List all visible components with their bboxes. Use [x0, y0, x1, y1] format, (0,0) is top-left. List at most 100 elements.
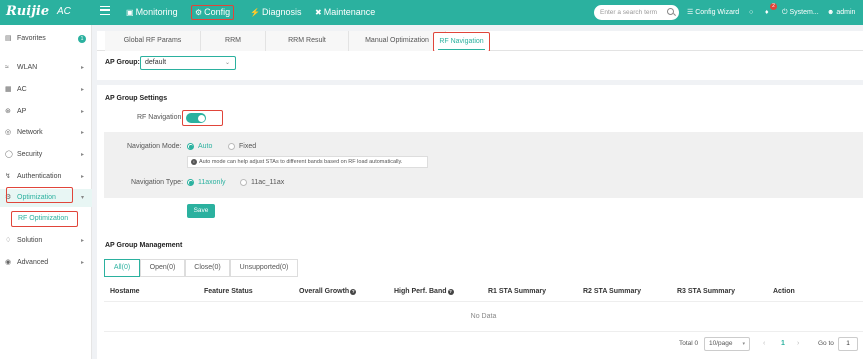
sidebar-subitem-rf-optimization[interactable]: RF Optimization: [11, 211, 78, 227]
advanced-icon: ◉: [5, 259, 12, 266]
nav-diagnosis[interactable]: ⚡ Diagnosis: [250, 5, 302, 20]
tab-rrm[interactable]: RRM: [201, 31, 266, 51]
top-bar: Ruijie AC ▣ Monitoring ⚙ Config ⚡ Diagnosis…: [0, 0, 863, 25]
ac-icon: ▦: [5, 86, 12, 93]
notification-badge: 2: [770, 3, 777, 10]
chevron-right-icon: ▸: [80, 65, 84, 71]
type-11ac-11ax-label[interactable]: 11ac_11ax: [251, 179, 284, 186]
nav-maintenance[interactable]: ✖ Maintenance: [315, 5, 375, 20]
config-wizard-link[interactable]: ☰ Config Wizard: [687, 8, 739, 17]
navigation-mode-label: Navigation Mode:: [127, 143, 182, 150]
tab-bar: Global RF Params RRM RRM Result Manual O…: [97, 31, 863, 52]
diagnosis-icon: ⚡: [250, 8, 260, 17]
help-icon[interactable]: ?: [350, 289, 357, 295]
mode-hint: i Auto mode can help adjust STAs to diff…: [187, 156, 428, 168]
tab-rf-navigation[interactable]: RF Navigation: [433, 32, 490, 52]
menu-toggle-icon[interactable]: [100, 6, 110, 15]
brand-logo: Ruijie: [6, 4, 50, 19]
search-icon[interactable]: [667, 8, 674, 15]
chat-icon[interactable]: ○: [749, 8, 753, 17]
sidebar-item-favorites[interactable]: ▤ Favorites 1: [0, 30, 92, 48]
tab-manual-optimization[interactable]: Manual Optimization: [349, 31, 446, 51]
filter-all[interactable]: All(0): [104, 259, 140, 277]
type-11ac-11ax-radio[interactable]: [240, 179, 247, 186]
chevron-right-icon: ▸: [80, 109, 84, 115]
col-hostname: Hostame: [110, 288, 140, 295]
col-r1-sta-summary: R1 STA Summary: [488, 288, 546, 295]
chevron-down-icon: ⌄: [224, 60, 230, 66]
sidebar-item-security[interactable]: ◯ Security ▸: [0, 146, 92, 164]
col-action: Action: [773, 288, 795, 295]
table-header: Hostame Feature Status Overall Growth? H…: [104, 284, 863, 302]
ap-group-select[interactable]: default ⌄: [140, 56, 236, 70]
help-icon[interactable]: ?: [447, 289, 454, 295]
management-title: AP Group Management: [105, 242, 183, 249]
mode-fixed-label[interactable]: Fixed: [239, 143, 256, 150]
chevron-right-icon: ▸: [80, 130, 84, 136]
settings-title: AP Group Settings: [105, 95, 168, 102]
current-page[interactable]: 1: [781, 340, 785, 347]
favorites-badge: 1: [78, 35, 86, 43]
col-r3-sta-summary: R3 STA Summary: [677, 288, 735, 295]
prev-page-icon[interactable]: ‹: [763, 340, 765, 347]
chevron-right-icon: ▸: [80, 87, 84, 93]
filter-unsupported[interactable]: Unsupported(0): [230, 259, 298, 277]
mode-auto-label[interactable]: Auto: [198, 143, 212, 150]
filter-open[interactable]: Open(0): [140, 259, 185, 277]
col-high-perf-band: High Perf. Band?: [394, 288, 454, 295]
authentication-icon: ↯: [5, 173, 11, 180]
filter-close[interactable]: Close(0): [185, 259, 230, 277]
sidebar-item-authentication[interactable]: ↯ Authentication ▸: [0, 168, 92, 186]
tab-rrm-result[interactable]: RRM Result: [266, 31, 349, 51]
col-feature-status: Feature Status: [204, 288, 253, 295]
mode-fixed-radio[interactable]: [228, 143, 235, 150]
chevron-right-icon: ▸: [80, 238, 84, 244]
sidebar: ▤ Favorites 1 ≈ WLAN ▸ ▦ AC ▸ ⊛ AP ▸ ◎ N…: [0, 25, 92, 359]
sidebar-item-advanced[interactable]: ◉ Advanced ▸: [0, 254, 92, 272]
next-page-icon[interactable]: ›: [797, 340, 799, 347]
info-icon: i: [191, 159, 197, 165]
save-button[interactable]: Save: [187, 204, 215, 218]
solution-icon: ♢: [5, 237, 12, 244]
sidebar-item-ac[interactable]: ▦ AC ▸: [0, 81, 92, 99]
gear-icon: ⚙: [195, 8, 203, 17]
goto-page-input[interactable]: 1: [838, 337, 858, 351]
type-11axonly-radio[interactable]: [187, 179, 194, 186]
bookmark-icon: ▤: [5, 35, 12, 42]
network-icon: ◎: [5, 129, 12, 136]
sidebar-item-solution[interactable]: ♢ Solution ▸: [0, 232, 92, 250]
chevron-right-icon: ▸: [80, 260, 84, 266]
tools-icon: ✖: [315, 8, 322, 17]
nav-monitoring[interactable]: ▣ Monitoring: [126, 5, 178, 20]
chevron-right-icon: ▸: [80, 152, 84, 158]
col-r2-sta-summary: R2 STA Summary: [583, 288, 641, 295]
type-11axonly-label[interactable]: 11axonly: [198, 179, 226, 186]
rf-navigation-label: RF Navigation:: [137, 114, 184, 121]
user-icon: ☻: [827, 9, 835, 16]
system-menu[interactable]: ⏻ System...: [782, 8, 819, 17]
mode-auto-radio[interactable]: [187, 143, 194, 150]
chevron-down-icon: ▾: [742, 341, 745, 347]
product-name: AC: [57, 6, 71, 17]
wizard-icon: ☰: [687, 9, 694, 16]
col-overall-growth: Overall Growth?: [299, 288, 357, 295]
optimization-highlight: [6, 187, 73, 203]
ap-group-label: AP Group:: [105, 59, 140, 66]
sidebar-item-ap[interactable]: ⊛ AP ▸: [0, 103, 92, 121]
nav-config[interactable]: ⚙ Config: [191, 5, 235, 20]
chevron-down-icon: ▾: [80, 195, 84, 201]
chevron-right-icon: ▸: [80, 174, 84, 180]
page-size-select[interactable]: 10/page ▾: [704, 337, 750, 351]
wifi-icon: ≈: [5, 64, 9, 71]
goto-label: Go to: [818, 340, 834, 347]
navigation-type-label: Navigation Type:: [131, 179, 184, 186]
bell-icon[interactable]: ♦: [765, 8, 769, 17]
pager-total: Total 0: [679, 340, 699, 347]
sidebar-item-network[interactable]: ◎ Network ▸: [0, 124, 92, 142]
empty-state: No Data: [104, 302, 863, 332]
tab-global-rf-params[interactable]: Global RF Params: [105, 31, 201, 51]
section-divider: [97, 80, 863, 85]
sidebar-item-wlan[interactable]: ≈ WLAN ▸: [0, 59, 92, 77]
user-menu[interactable]: ☻ admin: [827, 8, 855, 17]
search-input[interactable]: Enter a search term: [594, 5, 679, 20]
